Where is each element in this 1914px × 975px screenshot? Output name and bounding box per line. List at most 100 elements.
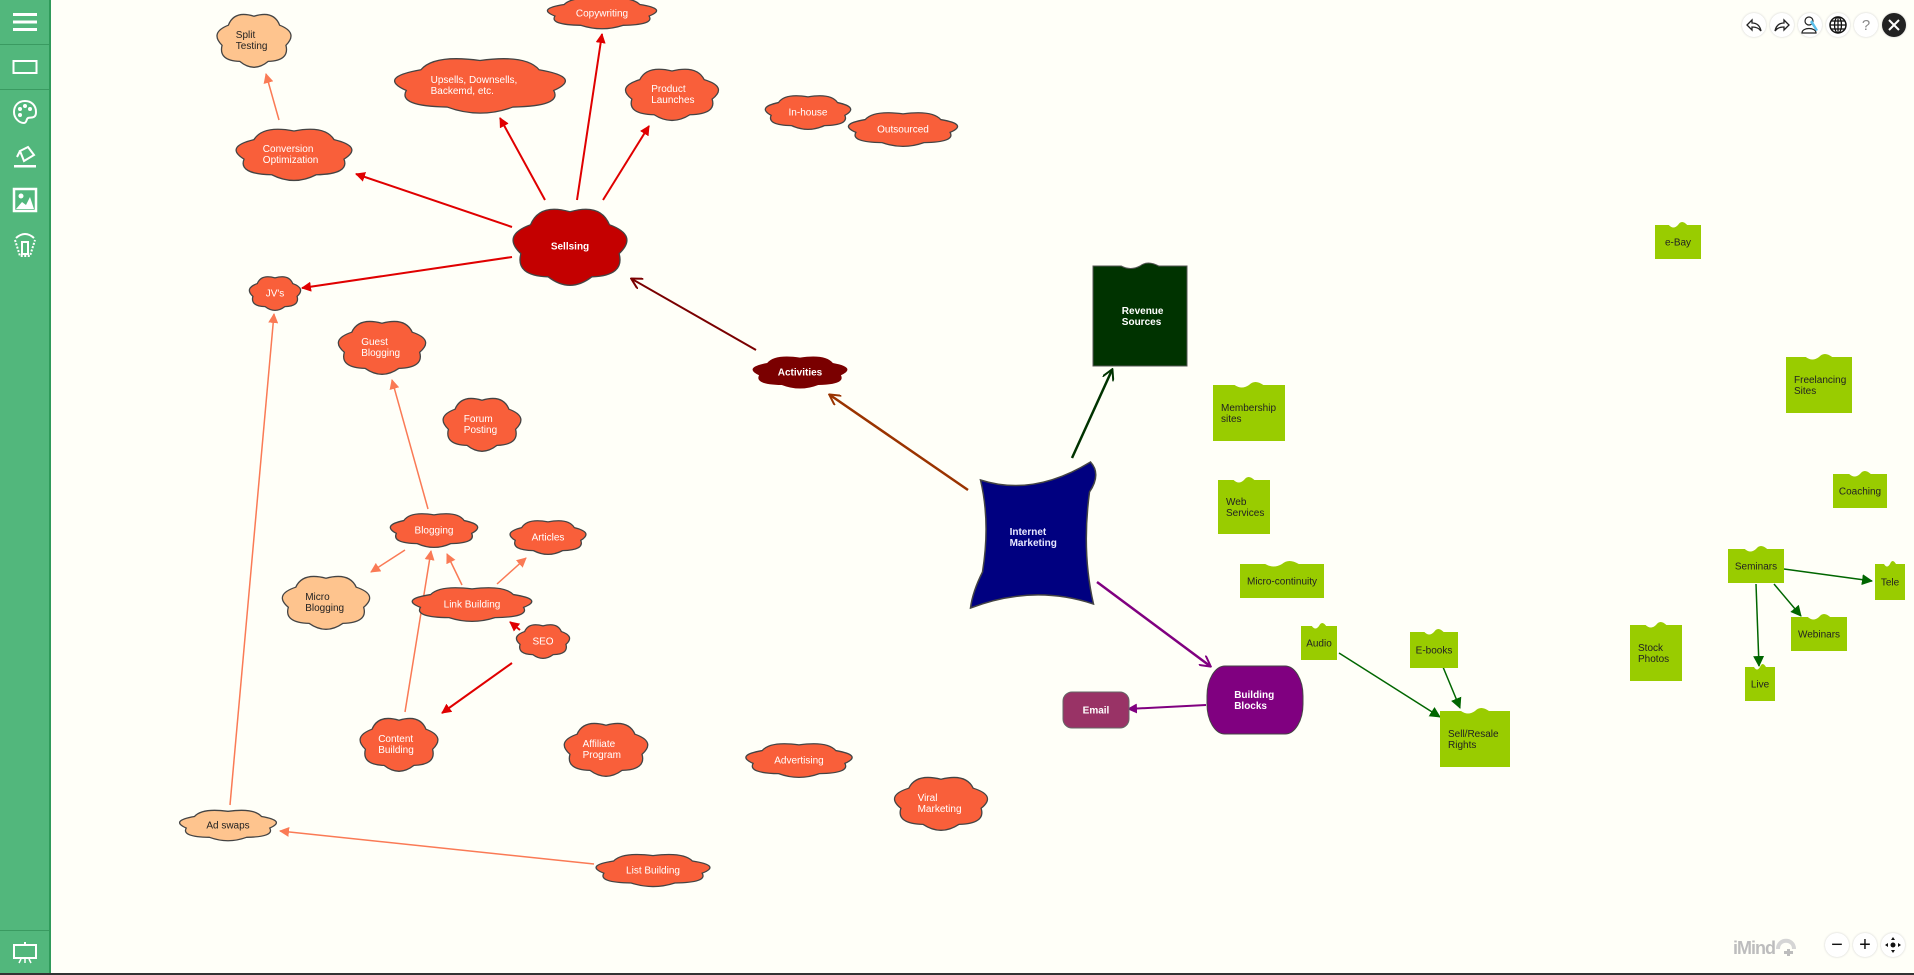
node-ad-swaps[interactable]: Ad swaps [178, 809, 278, 842]
node-viral-marketing[interactable]: ViralMarketing [893, 776, 989, 831]
node-web-services[interactable]: WebServices [1218, 477, 1270, 534]
node-audio[interactable]: Audio [1301, 623, 1337, 660]
edge-sellsing-product[interactable] [602, 125, 650, 201]
edge-sellsing-upsells[interactable] [499, 117, 546, 201]
edge-conversion-split[interactable] [263, 73, 280, 121]
edge-content-blogging[interactable] [404, 550, 435, 713]
delete-button[interactable] [0, 224, 49, 264]
node-sellsing[interactable]: Sellsing [512, 208, 628, 286]
node-label: Sources [1122, 317, 1162, 328]
edge-seminars-tele[interactable] [1783, 568, 1873, 586]
language-button[interactable] [1826, 13, 1850, 37]
node-activities[interactable]: Activities [752, 356, 848, 389]
image-button[interactable] [0, 180, 49, 220]
node-e-bay[interactable]: e-Bay [1655, 222, 1701, 259]
node-coaching[interactable]: Coaching [1833, 471, 1887, 508]
close-button[interactable] [1882, 13, 1906, 37]
zoom-out-button[interactable]: − [1825, 933, 1849, 957]
node-copywriting[interactable]: Copywriting [546, 0, 658, 30]
node-label: Marketing [918, 804, 962, 815]
edge-building-email[interactable] [1127, 703, 1207, 714]
node-label: Services [1226, 508, 1264, 519]
edge-im-building[interactable] [1096, 580, 1210, 666]
edge-seo-content[interactable] [441, 662, 513, 714]
edge-im-activities[interactable] [830, 395, 969, 492]
node-seminars[interactable]: Seminars [1728, 546, 1784, 583]
colors-button[interactable] [0, 92, 49, 132]
node-label: Marketing [1010, 538, 1057, 549]
edge-activities-sellsing[interactable] [632, 279, 757, 351]
node-tele[interactable]: Tele [1875, 561, 1905, 600]
node-blogging[interactable]: Blogging [389, 513, 479, 549]
edge-ebooks-sell[interactable] [1442, 666, 1462, 709]
help-icon: ? [1861, 16, 1871, 34]
node-membership-sites[interactable]: Membershipsites [1213, 382, 1285, 441]
node-label: Seminars [1735, 562, 1777, 573]
node-stock-photos[interactable]: StockPhotos [1630, 622, 1682, 681]
node-sell-resale-rights[interactable]: Sell/ResaleRights [1440, 708, 1510, 767]
node-affiliate-program[interactable]: AffiliateProgram [563, 722, 649, 777]
node-content-building[interactable]: ContentBuilding [359, 717, 439, 772]
node-seo[interactable]: SEO [515, 624, 571, 660]
edge-adswaps-jvs[interactable] [229, 313, 279, 806]
menu-button[interactable] [0, 2, 49, 42]
node-label: Sites [1794, 386, 1816, 397]
node-jvs[interactable]: JV's [248, 276, 302, 312]
node-webinars[interactable]: Webinars [1791, 614, 1847, 651]
edge-blogging-guest[interactable] [389, 379, 429, 510]
node-label: Revenue [1122, 306, 1164, 317]
node-e-books[interactable]: E-books [1410, 629, 1458, 668]
node-articles[interactable]: Articles [509, 520, 587, 556]
left-toolbar [0, 0, 51, 975]
zoom-in-button[interactable]: + [1853, 933, 1877, 957]
node-email[interactable]: Email [1062, 691, 1130, 729]
share-button[interactable] [1798, 13, 1822, 37]
edge-link-articles[interactable] [496, 557, 527, 585]
edge-link-blogging[interactable] [446, 553, 463, 586]
fit-to-screen-button[interactable] [1881, 933, 1905, 957]
node-building-blocks[interactable]: BuildingBlocks [1206, 665, 1304, 735]
edge-seo-link[interactable] [509, 621, 521, 632]
edge-sellsing-conversion[interactable] [355, 172, 513, 228]
node-link-building[interactable]: Link Building [411, 587, 533, 623]
node-advertising[interactable]: Advertising [745, 743, 853, 779]
edge-im-revenue[interactable] [1070, 370, 1112, 459]
node-in-house[interactable]: In-house [764, 95, 852, 131]
node-label: Product [651, 84, 686, 95]
edge-sellsing-copywriting[interactable] [576, 33, 606, 201]
mind-map-canvas[interactable]: InternetMarketing Activities Sellsing Reven… [0, 0, 1914, 975]
edge-seminars-live[interactable] [1753, 583, 1765, 667]
node-live[interactable]: Live [1745, 664, 1775, 701]
node-micro-blogging[interactable]: MicroBlogging [281, 575, 371, 630]
node-forum-posting[interactable]: ForumPosting [442, 397, 522, 452]
node-micro-continuity[interactable]: Micro-continuity [1240, 561, 1324, 598]
node-outsourced[interactable]: Outsourced [847, 112, 959, 148]
node-internet-marketing[interactable]: InternetMarketing [969, 461, 1097, 610]
node-guest-blogging[interactable]: GuestBlogging [337, 320, 427, 375]
edge-listbuilding-adswaps[interactable] [279, 826, 595, 865]
node-label: Blogging [305, 603, 344, 614]
node-list-building[interactable]: List Building [595, 853, 711, 888]
undo-button[interactable] [1742, 13, 1766, 37]
node-upsells[interactable]: Upsells, Downsells,Backemd, etc. [393, 58, 567, 114]
node-label: Advertising [774, 756, 823, 767]
node-label: Webinars [1798, 630, 1840, 641]
redo-button[interactable] [1770, 13, 1794, 37]
edge-sellsing-jvs[interactable] [301, 256, 513, 292]
node-freelancing-sites[interactable]: FreelancingSites [1786, 354, 1852, 413]
edge-blogging-micro[interactable] [370, 549, 406, 573]
node-conversion-optimization[interactable]: ConversionOptimization [235, 128, 353, 182]
node-label: Rights [1448, 740, 1476, 751]
presentation-button[interactable] [0, 933, 49, 973]
help-button[interactable]: ? [1854, 13, 1878, 37]
node-label: Activities [778, 368, 823, 379]
fill-button[interactable] [0, 136, 49, 176]
node-revenue-sources[interactable]: RevenueSources [1092, 262, 1188, 367]
node-product-launches[interactable]: ProductLaunches [624, 68, 720, 122]
plus-icon: + [1859, 934, 1871, 956]
brand-logo: iMind [1733, 935, 1797, 959]
node-split-testing[interactable]: SplitTesting [216, 13, 292, 68]
node-label: Email [1083, 706, 1110, 717]
shape-button[interactable] [0, 47, 49, 87]
edge-seminars-webinars[interactable] [1773, 583, 1802, 617]
